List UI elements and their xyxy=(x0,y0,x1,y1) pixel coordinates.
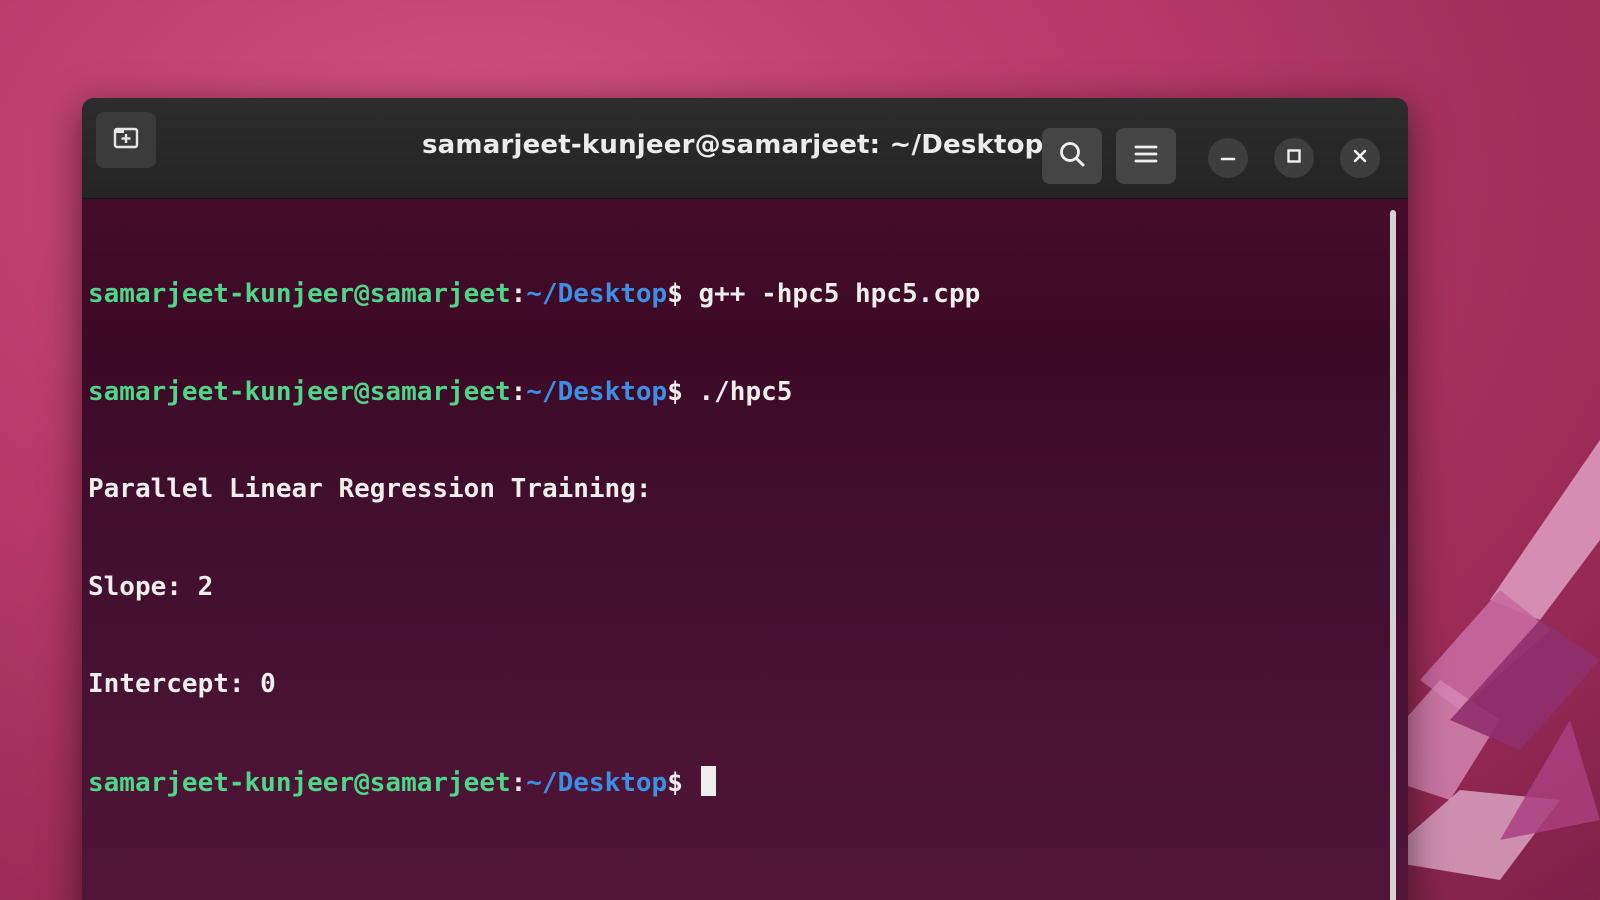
terminal-output[interactable]: samarjeet-kunjeer@samarjeet:~/Desktop$ g… xyxy=(82,199,1408,863)
prompt-path: ~/Desktop xyxy=(526,376,668,407)
search-button[interactable] xyxy=(1042,128,1102,184)
prompt-dollar: $ xyxy=(667,376,683,407)
prompt-separator: : xyxy=(510,767,527,798)
terminal-output-line: Intercept: 0 xyxy=(88,669,276,699)
prompt-user-host: samarjeet-kunjeer@samarjeet xyxy=(88,767,511,798)
prompt-path: ~/Desktop xyxy=(526,767,668,798)
menu-button[interactable] xyxy=(1116,128,1176,184)
new-tab-button[interactable] xyxy=(96,112,156,168)
maximize-button[interactable] xyxy=(1274,138,1314,178)
command-text: g++ -hpc5 hpc5.cpp xyxy=(682,279,981,309)
prompt-separator: : xyxy=(510,279,527,309)
prompt-dollar: $ xyxy=(667,767,683,798)
prompt-user-host: samarjeet-kunjeer@samarjeet xyxy=(88,376,511,407)
scrollbar[interactable] xyxy=(1390,210,1398,900)
prompt-user-host: samarjeet-kunjeer@samarjeet xyxy=(88,279,511,309)
command-text: ./hpc5 xyxy=(682,376,793,407)
terminal-line-command: samarjeet-kunjeer@samarjeet:~/Desktop$ .… xyxy=(88,376,1408,409)
prompt-path: ~/Desktop xyxy=(526,279,668,309)
terminal-line-prompt: samarjeet-kunjeer@samarjeet:~/Desktop$ xyxy=(88,765,1408,799)
command-text xyxy=(683,768,699,798)
prompt-separator: : xyxy=(510,376,527,407)
terminal-output-line: Slope: 2 xyxy=(88,571,214,602)
terminal-window: samarjeet-kunjeer@samarjeet: ~/Desktop s… xyxy=(82,98,1408,900)
new-tab-icon xyxy=(111,124,141,156)
scrollbar-thumb[interactable] xyxy=(1390,210,1396,900)
headerbar: samarjeet-kunjeer@samarjeet: ~/Desktop xyxy=(82,98,1408,199)
hamburger-menu-icon xyxy=(1133,143,1159,169)
prompt-dollar: $ xyxy=(667,279,683,309)
close-icon xyxy=(1351,147,1369,169)
minimize-icon xyxy=(1219,147,1237,169)
window-title: samarjeet-kunjeer@samarjeet: ~/Desktop xyxy=(422,130,1044,160)
terminal-output-line: Parallel Linear Regression Training: xyxy=(88,474,652,504)
maximize-icon xyxy=(1285,147,1303,169)
search-icon xyxy=(1057,139,1087,173)
terminal-line-command: samarjeet-kunjeer@samarjeet:~/Desktop$ g… xyxy=(88,278,1408,311)
close-button[interactable] xyxy=(1340,138,1380,178)
minimize-button[interactable] xyxy=(1208,138,1248,178)
text-cursor xyxy=(700,765,716,796)
